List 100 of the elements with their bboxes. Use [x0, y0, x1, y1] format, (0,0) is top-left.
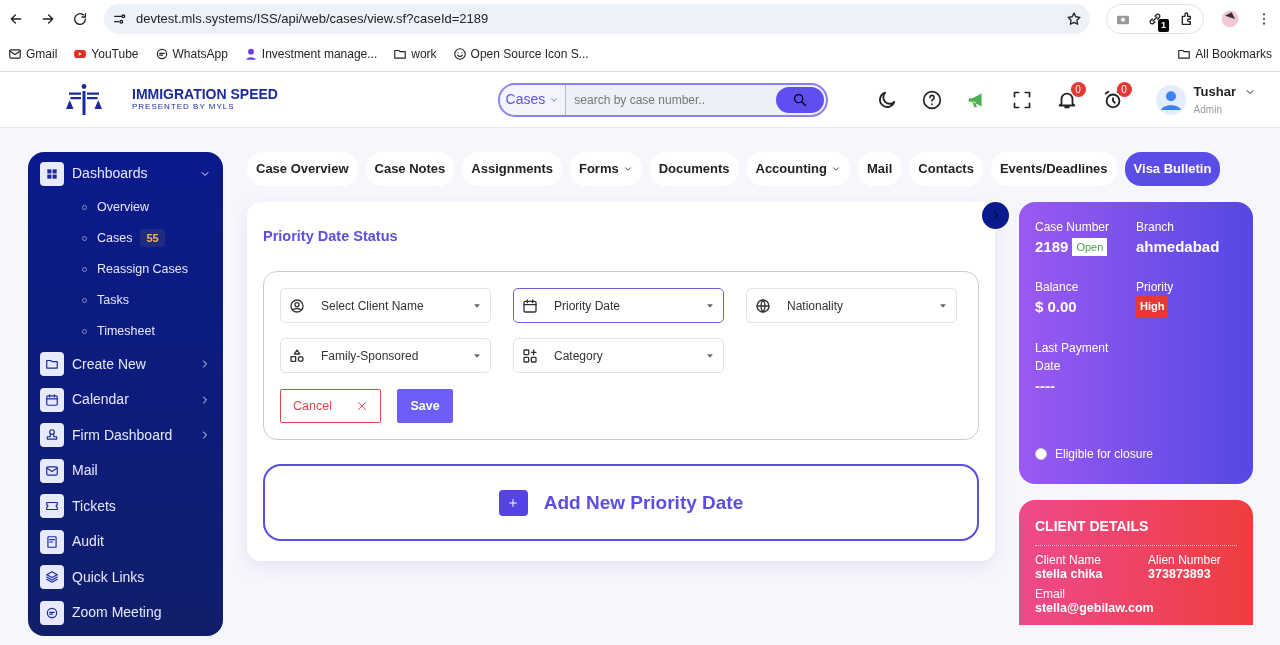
tab[interactable]: Documents	[649, 152, 739, 186]
tab[interactable]: Case Overview	[247, 152, 358, 186]
link-icon[interactable]	[1147, 11, 1163, 28]
tab[interactable]: Case Notes	[365, 152, 455, 186]
sidebar-item[interactable]: Create New	[36, 346, 215, 382]
shapes-icon	[289, 347, 305, 364]
grid-icon	[45, 166, 59, 181]
count-badge: 0	[1116, 81, 1132, 97]
mail-icon	[8, 47, 22, 61]
all-bookmarks-link[interactable]: All Bookmarks	[1177, 45, 1272, 63]
field-label: Last Payment Date	[1035, 339, 1110, 375]
url-text: devtest.mls.systems/ISS/api/web/cases/view.sf?caseId=2189	[136, 9, 490, 28]
field-value: ahmedabad	[1136, 236, 1220, 257]
sidebar-subitem[interactable]: Tasks	[36, 284, 215, 316]
calendar-icon	[522, 297, 538, 314]
field-label: Balance	[1035, 279, 1080, 296]
panel-title: Priority Date Status	[263, 226, 399, 246]
field-value: stella chika	[1035, 567, 1104, 582]
field-label: Priority	[1136, 279, 1175, 296]
select-field[interactable]: Category	[513, 338, 724, 374]
chat-icon	[45, 605, 59, 620]
tab[interactable]: Forms	[569, 152, 642, 186]
help-icon[interactable]	[921, 89, 942, 110]
reload-icon[interactable]	[72, 10, 88, 27]
sidebar-subitem[interactable]: Overview	[36, 191, 215, 223]
field-label: Email	[1035, 587, 1066, 602]
user-icon	[289, 297, 305, 314]
user-avatar-icon	[1155, 84, 1186, 115]
bookmark-link[interactable]: Gmail	[8, 45, 58, 63]
field-value: $ 0.00	[1035, 297, 1077, 317]
plus-icon	[507, 496, 520, 509]
logo-title: IMMIGRATION SPEED	[132, 86, 278, 101]
folder-icon	[45, 357, 59, 372]
search-button[interactable]	[775, 86, 824, 113]
collapse-button[interactable]	[982, 201, 1009, 229]
field-label: Case Number	[1035, 218, 1111, 236]
bookmark-link[interactable]: YouTube	[73, 45, 139, 63]
card-title: CLIENT DETAILS	[1035, 515, 1237, 546]
user-role: Admin	[1193, 102, 1223, 117]
sidebar-item[interactable]: Zoom Meeting	[36, 595, 215, 631]
select-field[interactable]: Family-Sponsored	[280, 338, 491, 374]
field-value: 2189	[1035, 236, 1069, 257]
bookmark-link[interactable]: Investment manage...	[243, 45, 378, 63]
select-field[interactable]: Nationality	[746, 288, 957, 324]
tab[interactable]: Contacts	[909, 152, 983, 186]
scope-dropdown[interactable]: Cases	[499, 84, 567, 115]
sidebar-item[interactable]: Dashboards	[36, 156, 215, 192]
sidebar-item[interactable]: Mail	[36, 453, 215, 489]
search-icon	[791, 91, 808, 108]
field-label: Alien Number	[1148, 553, 1222, 568]
extension-badge: 1	[1158, 18, 1169, 33]
chat-icon	[154, 47, 169, 61]
sidebar-item[interactable]: Tickets	[36, 488, 215, 524]
sidebar-subitem[interactable]: Timesheet	[36, 315, 215, 347]
save-button[interactable]: Save	[397, 389, 453, 424]
sidebar-item[interactable]: Firm Dashboard	[36, 417, 215, 453]
sidebar-item[interactable]: Calendar	[36, 382, 215, 418]
tab[interactable]: Events/Deadlines	[990, 152, 1117, 186]
status-tag: Open	[1072, 237, 1108, 256]
calendar-icon	[45, 392, 59, 407]
close-icon	[355, 400, 368, 413]
folder-icon	[1177, 47, 1192, 61]
sidebar-subitem[interactable]: Reassign Cases	[36, 253, 215, 285]
user-name: Tushar	[1193, 83, 1236, 102]
field-label: Client Name	[1035, 553, 1103, 568]
address-bar[interactable]: devtest.mls.systems/ISS/api/web/cases/view.sf?caseId=2189	[104, 3, 1090, 34]
select-field[interactable]: Priority Date	[513, 288, 724, 324]
bookmark-link[interactable]: WhatsApp	[154, 45, 228, 63]
document-icon	[45, 534, 59, 549]
sidebar-subitem[interactable]: Cases 55	[36, 222, 215, 254]
field-value: ----	[1035, 375, 1055, 396]
select-field[interactable]: Select Client Name	[280, 288, 491, 324]
tab[interactable]: Accounting	[746, 152, 850, 186]
count-badge: 0	[1070, 81, 1086, 97]
user-menu[interactable]: Tushar Admin	[1155, 82, 1256, 117]
eligible-checkbox[interactable]: Eligible for closure	[1035, 445, 1237, 463]
add-priority-date-button[interactable]: Add New Priority Date	[263, 464, 979, 542]
bookmark-link[interactable]: work	[393, 45, 437, 63]
cancel-button[interactable]: Cancel	[280, 389, 381, 424]
fullscreen-icon[interactable]	[1011, 89, 1032, 110]
checkbox[interactable]	[1035, 448, 1047, 460]
profile-avatar-icon[interactable]	[1220, 8, 1240, 29]
bookmark-link[interactable]: Open Source Icon S...	[452, 45, 589, 63]
tab[interactable]: Mail	[858, 152, 902, 186]
search-field[interactable]: Cases search by case number..	[497, 82, 828, 117]
folder-icon	[393, 47, 408, 61]
tab[interactable]: Assignments	[462, 152, 562, 186]
stamp-icon	[45, 428, 59, 443]
count-badge: 55	[140, 228, 165, 248]
video-icon	[73, 47, 88, 61]
tab[interactable]: Visa Bulletin	[1124, 152, 1221, 186]
apps-icon	[522, 347, 538, 364]
sidebar-item[interactable]: Audit	[36, 524, 215, 560]
sidebar-item[interactable]: Quick Links	[36, 559, 215, 595]
mail-icon	[45, 463, 59, 478]
person-icon	[243, 47, 258, 61]
globe-icon	[755, 297, 771, 314]
logo-subtitle: PRESENTED BY MYLS	[132, 100, 236, 113]
bookmark-star-icon[interactable]	[1066, 10, 1082, 27]
field-label: Branch	[1136, 218, 1176, 236]
